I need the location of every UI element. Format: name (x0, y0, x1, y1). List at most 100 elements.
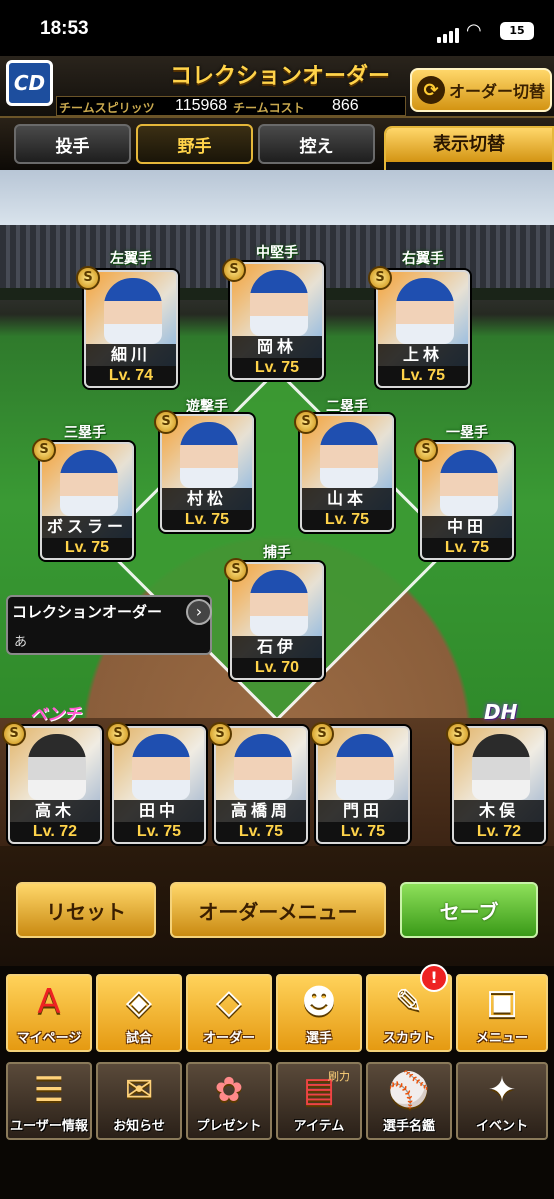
player-photo (440, 450, 498, 516)
player-card-short[interactable]: 村松 Lv. 75 (160, 414, 254, 532)
player-photo (396, 278, 454, 344)
menu-label: アイテム (293, 1119, 345, 1134)
player-level: Lv. 75 (378, 366, 468, 386)
menu-menu[interactable]: ▣ メニュー (456, 974, 548, 1052)
player-card-center[interactable]: 岡林 Lv. 75 (230, 262, 324, 380)
menu-mypage[interactable]: A マイページ (6, 974, 92, 1052)
item-tag: 刷力 (328, 1070, 350, 1083)
menu-label: オーダー (202, 1031, 255, 1046)
player-card-right[interactable]: 上林 Lv. 75 (376, 270, 470, 388)
menu-label: 試合 (125, 1031, 152, 1046)
position-catcher: 捕手 (263, 545, 291, 561)
player-level: Lv. 75 (302, 510, 392, 530)
dh-label: DH (484, 700, 518, 724)
player-level: Lv. 75 (114, 822, 204, 842)
event-icon: ✦ (487, 1070, 517, 1110)
player-level: Lv. 72 (10, 822, 100, 842)
save-button[interactable]: セーブ (400, 882, 538, 938)
player-level: Lv. 70 (232, 658, 322, 678)
player-photo (180, 422, 238, 488)
player-photo (132, 734, 190, 800)
mypage-icon: A (37, 982, 61, 1022)
rank-icon: S (224, 558, 248, 582)
player-level: Lv. 75 (42, 538, 132, 558)
menu-label: メニュー (475, 1031, 528, 1046)
menu-label: マイページ (16, 1031, 82, 1046)
order-switch-label: オーダー切替 (448, 82, 545, 101)
player-card-catcher[interactable]: 石伊 Lv. 70 (230, 562, 324, 680)
reset-button[interactable]: リセット (16, 882, 156, 938)
menu-label: 選手名鑑 (382, 1119, 435, 1134)
player-name: 中田 (422, 516, 512, 538)
chevron-right-icon[interactable]: › (186, 599, 212, 625)
signal-icon (437, 24, 461, 43)
player-name: 村松 (162, 488, 252, 510)
menu-item[interactable]: ▤ 刷力 アイテム (276, 1062, 362, 1140)
menu-present[interactable]: ✿ プレゼント (186, 1062, 272, 1140)
menu-user-info[interactable]: ☰ ユーザー情報 (6, 1062, 92, 1140)
player-level: Lv. 75 (318, 822, 408, 842)
team-stats-bar: チームスピリッツ 115968 チームコスト 866 (56, 96, 406, 116)
menu-event[interactable]: ✦ イベント (456, 1062, 548, 1140)
menu-news[interactable]: ✉ お知らせ (96, 1062, 182, 1140)
player-icon: ☻ (301, 982, 337, 1022)
rank-icon: S (222, 258, 246, 282)
player-level: Lv. 75 (422, 538, 512, 558)
clock: 18:53 (40, 18, 89, 39)
menu-player[interactable]: ☻ 選手 (276, 974, 362, 1052)
rank-icon: S (2, 722, 26, 746)
position-right-fielder: 右翼手 (402, 251, 444, 267)
player-name: 田中 (114, 800, 204, 822)
player-card-second[interactable]: 山本 Lv. 75 (300, 414, 394, 532)
player-card-first[interactable]: 中田 Lv. 75 (420, 442, 514, 560)
menu-box-icon: ▣ (485, 982, 519, 1022)
player-card-left[interactable]: 細川 Lv. 74 (84, 270, 178, 388)
collection-order-panel[interactable]: コレクションオーダー › あ (6, 595, 212, 655)
player-card-third[interactable]: ボスラー Lv. 75 (40, 442, 134, 560)
spirit-label: チームスピリッツ (59, 101, 155, 115)
collection-order-title: コレクションオーダー (12, 603, 163, 621)
player-level: Lv. 74 (86, 366, 176, 386)
order-menu-button[interactable]: オーダーメニュー (170, 882, 386, 938)
player-level: Lv. 75 (216, 822, 306, 842)
player-photo (320, 422, 378, 488)
player-photo (234, 734, 292, 800)
bench-card-1[interactable]: 高木 Lv. 72 (8, 726, 102, 844)
tab-fielder[interactable]: 野手 (136, 124, 253, 164)
menu-order[interactable]: ◇ オーダー (186, 974, 272, 1052)
bench-card-3[interactable]: 高橋周 Lv. 75 (214, 726, 308, 844)
encyclopedia-icon: ⚾ (387, 1070, 431, 1110)
menu-label: ユーザー情報 (10, 1119, 88, 1134)
cost-value: 866 (332, 97, 359, 114)
collection-order-subtitle: あ (14, 635, 28, 650)
player-name: 木俣 (454, 800, 544, 822)
player-level: Lv. 75 (162, 510, 252, 530)
battery-icon: 15 (500, 22, 534, 40)
menu-encyclopedia[interactable]: ⚾ 選手名鑑 (366, 1062, 452, 1140)
field-icon: ◇ (215, 982, 243, 1022)
menu-label: お知らせ (113, 1119, 165, 1134)
menu-game[interactable]: ◈ 試合 (96, 974, 182, 1052)
gift-icon: ✿ (214, 1070, 244, 1110)
position-center-fielder: 中堅手 (256, 245, 298, 261)
order-switch-button[interactable]: ⟳ オーダー切替 (410, 68, 552, 112)
bench-card-2[interactable]: 田中 Lv. 75 (112, 726, 206, 844)
rank-icon: S (368, 266, 392, 290)
player-photo (60, 450, 118, 516)
notification-badge: ! (420, 964, 448, 992)
player-photo (104, 278, 162, 344)
position-third-base: 三塁手 (64, 425, 106, 441)
rank-icon: S (32, 438, 56, 462)
player-photo (250, 270, 308, 336)
player-photo (250, 570, 308, 636)
player-name: 細川 (86, 344, 176, 366)
dh-card[interactable]: 木俣 Lv. 72 (452, 726, 546, 844)
rank-icon: S (294, 410, 318, 434)
player-name: 岡林 (232, 336, 322, 358)
tab-reserve[interactable]: 控え (258, 124, 375, 164)
team-logo[interactable]: CD (6, 60, 53, 106)
rank-icon: S (154, 410, 178, 434)
bench-label: ベンチ (30, 705, 81, 725)
bench-card-4[interactable]: 門田 Lv. 75 (316, 726, 410, 844)
tab-pitcher[interactable]: 投手 (14, 124, 131, 164)
